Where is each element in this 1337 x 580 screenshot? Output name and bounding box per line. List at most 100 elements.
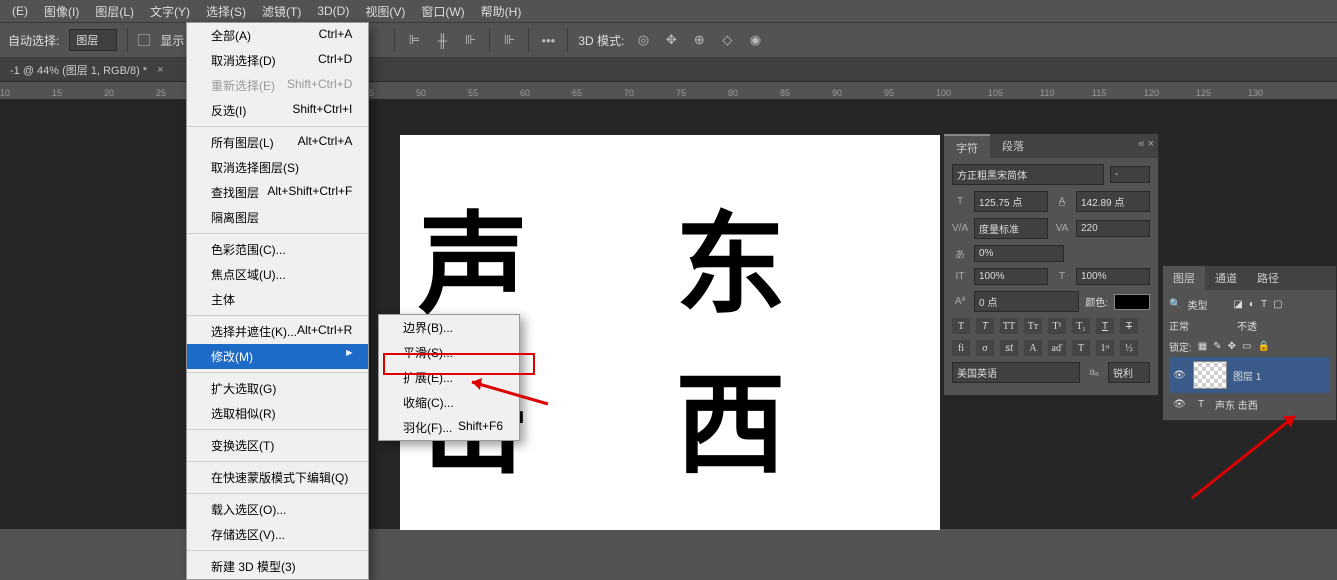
- lock-all-icon[interactable]: 🔒: [1257, 341, 1269, 352]
- menu-item[interactable]: 存储选区(V)...: [187, 522, 368, 547]
- tracking-field[interactable]: 220: [1076, 220, 1150, 237]
- menu-item[interactable]: 平滑(S)...: [379, 340, 519, 365]
- visibility-icon[interactable]: 👁: [1173, 399, 1187, 410]
- antialias-field[interactable]: 锐利: [1108, 362, 1150, 383]
- tab-paragraph[interactable]: 段落: [990, 134, 1036, 158]
- layer-thumbnail[interactable]: [1193, 361, 1227, 389]
- tab-character[interactable]: 字符: [944, 134, 990, 158]
- 3d-orbit-icon[interactable]: ◎: [634, 31, 652, 49]
- ot-T[interactable]: T: [1072, 340, 1090, 356]
- 3d-scale-icon[interactable]: ◇: [718, 31, 736, 49]
- leading-field[interactable]: 142.89 点: [1076, 191, 1150, 212]
- menu-item[interactable]: 查找图层Alt+Shift+Ctrl+F: [187, 180, 368, 205]
- menu-item[interactable]: 取消选择图层(S): [187, 155, 368, 180]
- menu-item[interactable]: 取消选择(D)Ctrl+D: [187, 48, 368, 73]
- layer-row[interactable]: 👁 图层 1: [1169, 357, 1330, 393]
- menu-item[interactable]: 所有图层(L)Alt+Ctrl+A: [187, 130, 368, 155]
- menu-item[interactable]: 扩大选取(G): [187, 376, 368, 401]
- menu-filter[interactable]: 滤镜(T): [254, 0, 309, 23]
- ot-half[interactable]: ½: [1120, 340, 1138, 356]
- 3d-move-icon[interactable]: ⊕: [690, 31, 708, 49]
- menu-item[interactable]: 在快速蒙版模式下编辑(Q): [187, 465, 368, 490]
- menu-item[interactable]: 修改(M): [187, 344, 368, 369]
- menu-layer[interactable]: 图层(L): [87, 0, 142, 23]
- menu-select[interactable]: 选择(S): [198, 0, 254, 23]
- ot-1st[interactable]: 1ˢᵗ: [1096, 340, 1114, 356]
- menu-item[interactable]: 扩展(E)...: [379, 365, 519, 390]
- menu-item[interactable]: 反选(I)Shift+Ctrl+I: [187, 98, 368, 123]
- visibility-icon[interactable]: 👁: [1173, 370, 1187, 381]
- more-icon[interactable]: •••: [539, 31, 557, 49]
- filter-shape-icon[interactable]: ▢: [1273, 299, 1282, 310]
- menu-help[interactable]: 帮助(H): [473, 0, 530, 23]
- align-icon[interactable]: ⊪: [461, 31, 479, 49]
- menu-item[interactable]: 载入选区(O)...: [187, 497, 368, 522]
- menu-item[interactable]: 新建 3D 模型(3): [187, 554, 368, 579]
- ot-fi[interactable]: fi: [952, 340, 970, 356]
- allcaps-button[interactable]: TT: [1000, 318, 1018, 334]
- hscale-field[interactable]: 100%: [1076, 268, 1150, 285]
- align-icon[interactable]: ╫: [433, 31, 451, 49]
- separator: [127, 28, 128, 52]
- vscale-field[interactable]: 100%: [974, 268, 1048, 285]
- language-field[interactable]: 美国英语: [952, 362, 1080, 383]
- baseline-field[interactable]: 0 点: [974, 291, 1079, 312]
- filter-text-icon[interactable]: T: [1261, 299, 1267, 310]
- menu-item[interactable]: 收缩(C)...: [379, 390, 519, 415]
- filter-adj-icon[interactable]: ◐: [1249, 299, 1255, 310]
- align-icon[interactable]: ⊫: [405, 31, 423, 49]
- close-icon[interactable]: ×: [157, 64, 163, 76]
- kerning-field[interactable]: 度量标准: [974, 218, 1048, 239]
- subscript-button[interactable]: T₁: [1072, 318, 1090, 334]
- tab-paths[interactable]: 路径: [1247, 266, 1289, 290]
- ot-ad[interactable]: aď: [1048, 340, 1066, 356]
- menu-window[interactable]: 窗口(W): [413, 0, 472, 23]
- menu-item[interactable]: 变换选区(T): [187, 433, 368, 458]
- menu-image[interactable]: 图像(I): [36, 0, 87, 23]
- ot-st[interactable]: st: [1000, 340, 1018, 356]
- menu-item[interactable]: 色彩范围(C)...: [187, 237, 368, 262]
- menu-type[interactable]: 文字(Y): [142, 0, 198, 23]
- ot-sigma[interactable]: σ: [976, 340, 994, 356]
- menu-item[interactable]: 羽化(F)...Shift+F6: [379, 415, 519, 440]
- font-style-field[interactable]: -: [1110, 166, 1150, 183]
- show-transform-checkbox[interactable]: [138, 34, 150, 46]
- scale-field[interactable]: 0%: [974, 245, 1064, 262]
- panel-collapse-icon[interactable]: « ×: [1138, 138, 1154, 150]
- tab-channels[interactable]: 通道: [1205, 266, 1247, 290]
- filter-pixel-icon[interactable]: ◪: [1233, 299, 1242, 310]
- bold-button[interactable]: T: [952, 318, 970, 334]
- menu-item[interactable]: 选取相似(R): [187, 401, 368, 426]
- filter-kind-combo[interactable]: 类型: [1187, 297, 1227, 312]
- layer-row[interactable]: 👁 T 声东 击西: [1169, 393, 1330, 416]
- distribute-icon[interactable]: ⊪: [500, 31, 518, 49]
- lock-paint-icon[interactable]: ✎: [1213, 341, 1221, 352]
- blend-mode-combo[interactable]: 正常: [1169, 318, 1231, 333]
- menu-item[interactable]: 主体: [187, 287, 368, 312]
- menu-item[interactable]: 焦点区域(U)...: [187, 262, 368, 287]
- lock-artboard-icon[interactable]: ▭: [1242, 341, 1251, 352]
- 3d-light-icon[interactable]: ◉: [746, 31, 764, 49]
- ot-A[interactable]: A: [1024, 340, 1042, 356]
- menu-edit[interactable]: (E): [4, 1, 36, 21]
- underline-button[interactable]: T: [1096, 318, 1114, 334]
- 3d-pan-icon[interactable]: ✥: [662, 31, 680, 49]
- menu-item[interactable]: 全部(A)Ctrl+A: [187, 23, 368, 48]
- menu-view[interactable]: 视图(V): [357, 0, 413, 23]
- text-color-swatch[interactable]: [1114, 294, 1150, 310]
- menu-item[interactable]: 边界(B)...: [379, 315, 519, 340]
- lock-trans-icon[interactable]: ▦: [1198, 341, 1207, 352]
- menu-item[interactable]: 重新选择(E)Shift+Ctrl+D: [187, 73, 368, 98]
- menu-item[interactable]: 隔离图层: [187, 205, 368, 230]
- tab-layers[interactable]: 图层: [1163, 266, 1205, 290]
- menu-3d[interactable]: 3D(D): [309, 1, 357, 21]
- font-size-field[interactable]: 125.75 点: [974, 191, 1048, 212]
- superscript-button[interactable]: T¹: [1048, 318, 1066, 334]
- lock-pos-icon[interactable]: ✥: [1228, 341, 1236, 352]
- italic-button[interactable]: T: [976, 318, 994, 334]
- auto-select-combo[interactable]: 图层: [69, 29, 117, 51]
- font-family-field[interactable]: 方正粗黑宋简体: [952, 164, 1104, 185]
- strike-button[interactable]: T: [1120, 318, 1138, 334]
- smallcaps-button[interactable]: Tᴛ: [1024, 318, 1042, 334]
- menu-item[interactable]: 选择并遮住(K)...Alt+Ctrl+R: [187, 319, 368, 344]
